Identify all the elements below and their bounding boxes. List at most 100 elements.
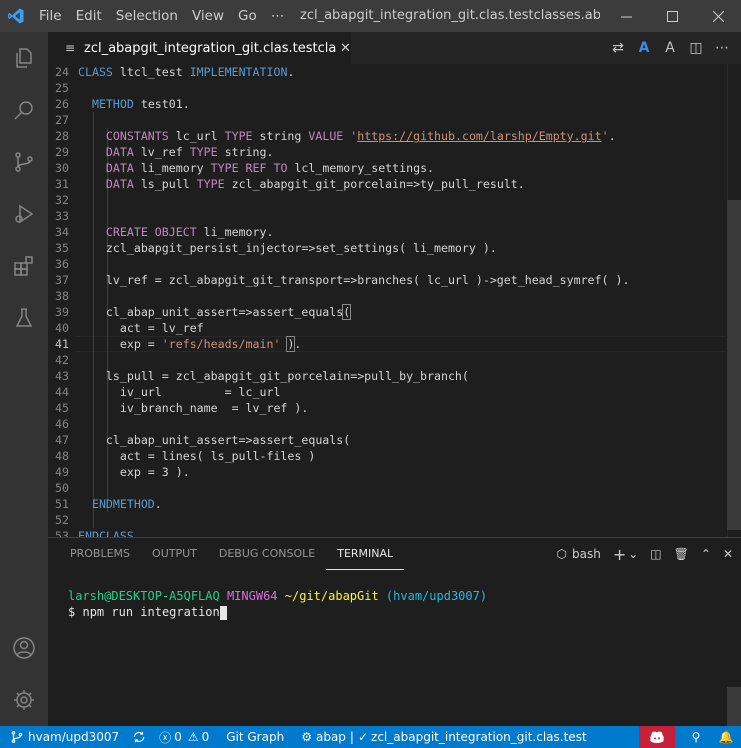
code-text: METHOD test01. bbox=[91, 97, 190, 111]
code-line[interactable]: 47 cl_abap_unit_assert=>assert_equals( bbox=[48, 432, 728, 448]
line-number: 37 bbox=[55, 273, 69, 287]
code-line[interactable]: 26 METHOD test01. bbox=[48, 96, 728, 112]
code-line[interactable]: 50 bbox=[48, 480, 728, 496]
code-line[interactable]: 30 DATA li_memory TYPE REF TO lcl_memory… bbox=[48, 160, 728, 176]
terminal-shell-label[interactable]: bash bbox=[572, 547, 601, 561]
code-line[interactable]: 49 exp = 3 ). bbox=[48, 464, 728, 480]
menu-more[interactable]: ⋯ bbox=[264, 8, 292, 24]
line-number: 51 bbox=[55, 497, 69, 511]
code-line[interactable]: 46 bbox=[48, 416, 728, 432]
file-icon: ≡ bbox=[64, 41, 76, 55]
code-line[interactable]: 44 iv_url = lc_url bbox=[48, 384, 728, 400]
account-icon[interactable] bbox=[0, 622, 48, 674]
maximize-panel-icon[interactable]: ⌃ bbox=[701, 547, 711, 561]
terminal-branch: (hvam/upd3007) bbox=[385, 589, 488, 603]
open-changes-icon[interactable]: ⇄ bbox=[605, 40, 631, 56]
more-actions-icon[interactable]: ⋯ bbox=[709, 40, 735, 56]
extensions-icon[interactable] bbox=[0, 240, 48, 292]
code-text: act = lines( ls_pull-files ) bbox=[119, 449, 316, 463]
abaplint-icon[interactable]: A bbox=[631, 40, 657, 56]
editor-tab[interactable]: ≡ zcl_abapgit_integration_git.clas.testc… bbox=[48, 32, 351, 64]
code-line[interactable]: 33 bbox=[48, 208, 728, 224]
line-number: 25 bbox=[55, 81, 69, 95]
minimize-icon[interactable] bbox=[603, 0, 649, 32]
code-line[interactable]: 43 ls_pull = zcl_abapgit_git_porcelain=>… bbox=[48, 368, 728, 384]
code-line[interactable]: 28 CONSTANTS lc_url TYPE string VALUE 'h… bbox=[48, 128, 728, 144]
new-terminal-icon[interactable]: + bbox=[613, 545, 626, 564]
chevron-down-icon[interactable]: ⌄ bbox=[628, 547, 638, 561]
terminal-command: npm run integration bbox=[82, 605, 220, 619]
code-line[interactable]: 27 bbox=[48, 112, 728, 128]
menu-edit[interactable]: Edit bbox=[69, 8, 109, 24]
explorer-icon[interactable] bbox=[0, 32, 48, 84]
code-line[interactable]: 32 bbox=[48, 192, 728, 208]
code-line[interactable]: 34 CREATE OBJECT li_memory. bbox=[48, 224, 728, 240]
close-panel-icon[interactable]: ✕ bbox=[723, 547, 733, 561]
feedback-icon[interactable]: ⚲ bbox=[681, 730, 711, 744]
editor-scrollbar-thumb[interactable] bbox=[727, 200, 741, 530]
code-line[interactable]: 29 DATA lv_ref TYPE string. bbox=[48, 144, 728, 160]
menu-selection[interactable]: Selection bbox=[109, 8, 185, 24]
tab-terminal[interactable]: TERMINAL bbox=[326, 538, 405, 570]
notifications-bell-icon[interactable]: 🔔 bbox=[711, 730, 741, 744]
activity-bar bbox=[0, 32, 48, 726]
line-number: 35 bbox=[55, 241, 69, 255]
code-editor[interactable]: 24 CLASS ltcl_test IMPLEMENTATION. 25 26 ME… bbox=[48, 64, 741, 537]
problems-indicator[interactable]: ⓧ 0 ⚠ 0 bbox=[154, 726, 214, 748]
code-line[interactable]: 39 cl_abap_unit_assert=>assert_equals( bbox=[48, 304, 728, 320]
vscode-logo-icon bbox=[0, 0, 32, 32]
trash-icon[interactable]: 🗑 bbox=[674, 547, 689, 561]
error-count: 0 bbox=[174, 730, 182, 744]
maximize-icon[interactable] bbox=[649, 0, 695, 32]
code-line[interactable]: 38 bbox=[48, 288, 728, 304]
menu-go[interactable]: Go bbox=[231, 8, 264, 24]
close-window-icon[interactable] bbox=[695, 0, 741, 32]
line-number: 27 bbox=[55, 113, 69, 127]
split-terminal-icon[interactable]: ◫ bbox=[650, 547, 661, 561]
code-line[interactable]: 45 iv_branch_name = lv_ref ). bbox=[48, 400, 728, 416]
code-line[interactable]: 48 act = lines( ls_pull-files ) bbox=[48, 448, 728, 464]
code-line[interactable]: 42 bbox=[48, 352, 728, 368]
language-label: abap bbox=[315, 730, 346, 744]
warning-icon: ⚠ bbox=[187, 730, 199, 744]
editor-tab-bar: ≡ zcl_abapgit_integration_git.clas.testc… bbox=[48, 32, 741, 64]
remote-indicator[interactable] bbox=[639, 726, 675, 748]
branch-indicator[interactable]: hvam/upd3007 bbox=[0, 726, 124, 748]
tab-output[interactable]: OUTPUT bbox=[141, 538, 208, 570]
line-number: 26 bbox=[55, 97, 69, 111]
code-text: CONSTANTS lc_url TYPE string VALUE 'http… bbox=[105, 129, 616, 143]
tab-debug-console[interactable]: DEBUG CONSOLE bbox=[208, 538, 326, 570]
testing-icon[interactable] bbox=[0, 292, 48, 344]
code-line[interactable]: 41 exp = 'refs/heads/main' ). bbox=[48, 336, 728, 352]
line-number: 47 bbox=[55, 433, 69, 447]
run-debug-icon[interactable] bbox=[0, 188, 48, 240]
source-control-icon[interactable] bbox=[0, 136, 48, 188]
sync-icon[interactable] bbox=[124, 726, 154, 748]
tab-problems[interactable]: PROBLEMS bbox=[59, 538, 141, 570]
split-editor-icon[interactable]: ◫ bbox=[683, 40, 709, 56]
code-line[interactable]: 40 act = lv_ref bbox=[48, 320, 728, 336]
terminal-output[interactable]: larsh@DESKTOP-A5QFLAQ MINGW64 ~/git/abap… bbox=[68, 588, 487, 620]
code-line[interactable]: 31 DATA ls_pull TYPE zcl_abapgit_git_por… bbox=[48, 176, 728, 192]
settings-gear-icon[interactable] bbox=[0, 674, 48, 726]
menu-view[interactable]: View bbox=[185, 8, 231, 24]
code-line[interactable]: 35 zcl_abapgit_persist_injector=>set_set… bbox=[48, 240, 728, 256]
menu-file[interactable]: File bbox=[32, 8, 69, 24]
code-line[interactable]: 36 bbox=[48, 256, 728, 272]
terminal-scrollbar-thumb[interactable] bbox=[727, 687, 741, 727]
code-line[interactable]: 51 ENDMETHOD. bbox=[48, 496, 728, 512]
language-indicator[interactable]: ⚙ abap | ✓ zcl_abapgit_integration_git.c… bbox=[289, 726, 592, 748]
code-line[interactable]: 52 bbox=[48, 512, 728, 528]
terminal-cursor bbox=[219, 605, 227, 620]
code-line[interactable]: 53 ENDCLASS. bbox=[48, 528, 728, 537]
abaplint-preview-icon[interactable]: A bbox=[657, 40, 683, 56]
git-graph-button[interactable]: Git Graph bbox=[214, 726, 289, 748]
code-line[interactable]: 24 CLASS ltcl_test IMPLEMENTATION. bbox=[48, 64, 728, 80]
code-line[interactable]: 25 bbox=[48, 80, 728, 96]
search-icon[interactable] bbox=[0, 84, 48, 136]
status-bar: hvam/upd3007 ⓧ 0 ⚠ 0 Git Graph ⚙ abap | … bbox=[0, 726, 741, 748]
code-line[interactable]: 37 lv_ref = zcl_abapgit_git_transport=>b… bbox=[48, 272, 728, 288]
copilot-icon bbox=[650, 731, 664, 743]
close-tab-icon[interactable]: ✕ bbox=[340, 41, 351, 56]
